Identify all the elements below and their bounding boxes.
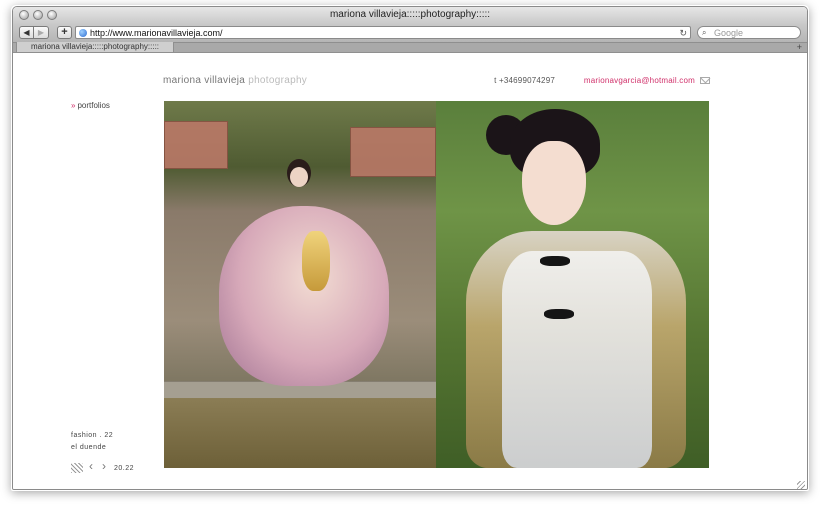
mail-icon[interactable]	[700, 77, 710, 84]
model-dress	[219, 206, 389, 386]
email-link[interactable]: marionavgarcia@hotmail.com	[584, 76, 695, 85]
image-counter: 20.22	[114, 465, 135, 472]
add-bookmark-button[interactable]: +	[57, 26, 72, 39]
photo-right[interactable]	[436, 101, 709, 468]
frog-button-bottom	[544, 309, 574, 319]
brick-wall-right	[350, 127, 436, 177]
search-placeholder[interactable]: Google	[714, 27, 743, 39]
nav-buttons: ◀ ▶	[19, 26, 49, 39]
tab-active[interactable]: mariona villavieja:::::photography:::::	[16, 42, 174, 53]
logo-suffix: photography	[248, 75, 308, 86]
back-button[interactable]: ◀	[19, 26, 34, 39]
browser-toolbar: ◀ ▶ + http://www.marionavillavieja.com/ …	[13, 24, 807, 42]
logo-name: mariona villavieja	[163, 75, 246, 86]
resize-handle[interactable]	[797, 481, 805, 489]
chevron-left-icon[interactable]: ‹	[89, 460, 93, 472]
browser-window: mariona villavieja:::::photography::::: …	[12, 6, 808, 490]
title-bar: mariona villavieja:::::photography:::::	[13, 7, 807, 24]
chevron-right-icon[interactable]: ›	[102, 460, 106, 472]
caption-series: el duende	[71, 444, 107, 451]
model-leg	[302, 231, 330, 291]
phone-number: t +34699074297	[494, 76, 555, 85]
forward-button[interactable]: ▶	[34, 26, 49, 39]
new-tab-icon[interactable]: +	[797, 42, 802, 53]
grid-icon[interactable]	[71, 463, 83, 473]
brick-wall-left	[164, 121, 228, 169]
model-vest	[502, 251, 652, 468]
reload-icon[interactable]: ↻	[679, 27, 687, 39]
photo-left[interactable]	[164, 101, 436, 468]
search-field[interactable]: ⌕ Google	[697, 26, 801, 39]
url-text[interactable]: http://www.marionavillavieja.com/	[90, 27, 223, 39]
tab-bar: mariona villavieja:::::photography::::: …	[13, 42, 807, 53]
site-logo[interactable]: mariona villavieja photography	[163, 75, 307, 86]
address-bar[interactable]: http://www.marionavillavieja.com/ ↻	[75, 26, 691, 39]
arrow-icon: »	[71, 101, 76, 110]
portfolios-label: portfolios	[77, 101, 110, 110]
portfolios-link[interactable]: » portfolios	[71, 101, 110, 110]
globe-icon	[79, 29, 87, 37]
grass	[164, 398, 436, 468]
model-face	[522, 141, 586, 225]
caption-category: fashion . 22	[71, 432, 114, 439]
window-title: mariona villavieja:::::photography:::::	[329, 9, 491, 20]
model-face	[290, 167, 308, 187]
page-content: mariona villavieja photography marionavg…	[13, 53, 807, 489]
search-icon: ⌕	[702, 28, 707, 37]
frog-button-top	[540, 256, 570, 266]
